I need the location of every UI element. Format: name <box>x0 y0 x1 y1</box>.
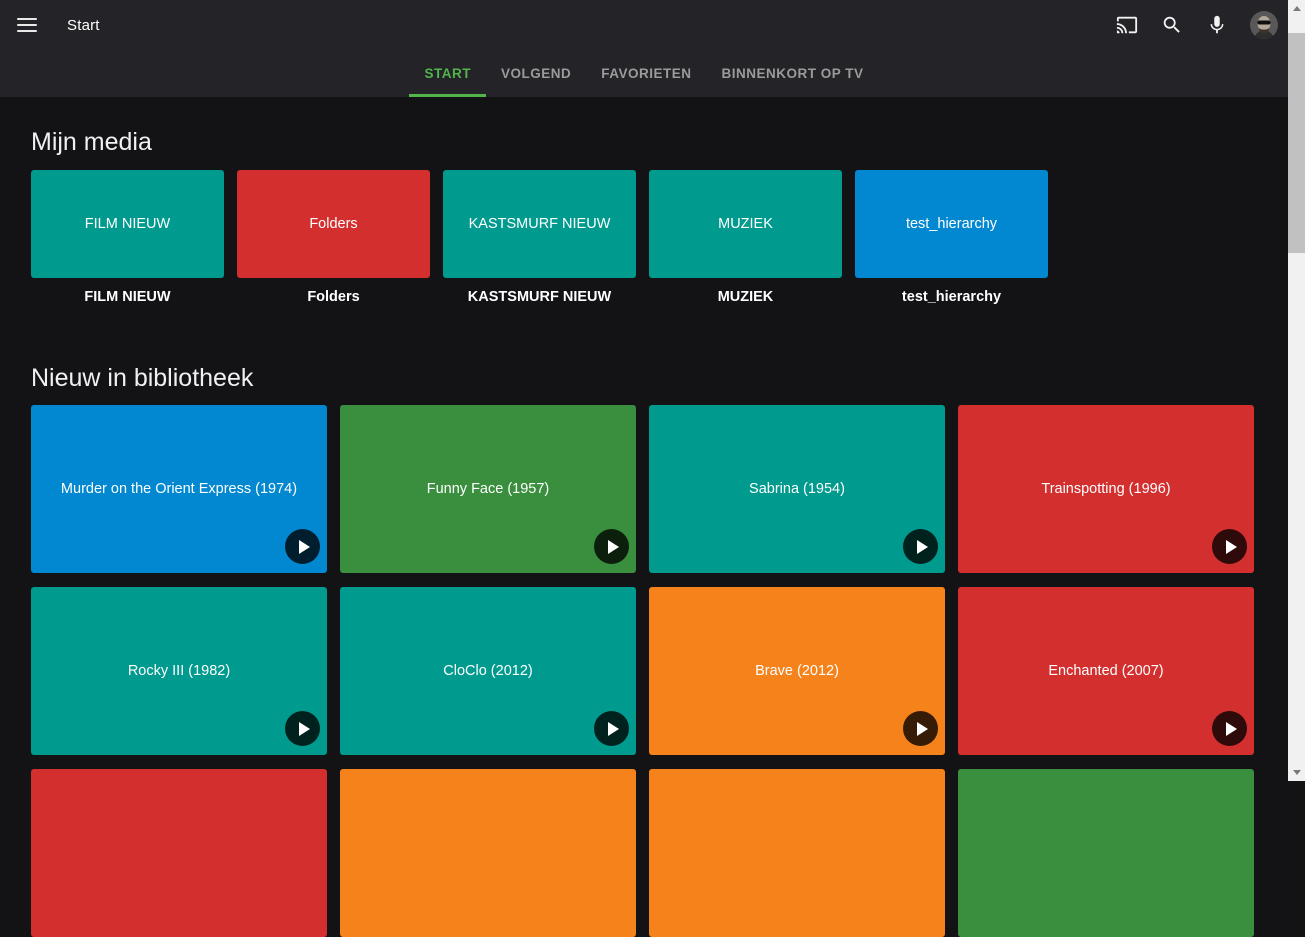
media-card-title: KASTSMURF NIEUW <box>468 216 611 232</box>
hamburger-icon <box>17 17 37 21</box>
media-item: KASTSMURF NIEUW KASTSMURF NIEUW <box>443 170 636 305</box>
menu-button[interactable] <box>13 14 41 37</box>
voice-search-button[interactable] <box>1205 13 1229 37</box>
movie-card[interactable]: Brave (2012) <box>649 587 945 755</box>
movie-card[interactable]: Trainspotting (1996) <box>958 405 1254 573</box>
media-card-muziek[interactable]: MUZIEK <box>649 170 842 278</box>
tab-bar: START VOLGEND FAVORIETEN BINNENKORT OP T… <box>0 50 1288 97</box>
scrollbar-thumb[interactable] <box>1288 33 1305 253</box>
header-actions <box>1115 11 1278 39</box>
media-card-label[interactable]: test_hierarchy <box>855 289 1048 305</box>
media-card-label[interactable]: Folders <box>237 289 430 305</box>
scroll-up-button[interactable] <box>1288 0 1305 17</box>
media-item: test_hierarchy test_hierarchy <box>855 170 1048 305</box>
cast-icon <box>1116 16 1138 34</box>
movie-title: CloClo (2012) <box>443 663 533 679</box>
cast-button[interactable] <box>1115 13 1139 37</box>
section-latest-library: Nieuw in bibliotheek Murder on the Orien… <box>31 305 1288 937</box>
media-card-folders[interactable]: Folders <box>237 170 430 278</box>
movie-title: Enchanted (2007) <box>1048 663 1164 679</box>
play-button[interactable] <box>1212 711 1247 746</box>
media-card-title: Folders <box>309 216 358 232</box>
app-root: Start START VOLGEND FAVORIETEN BINNENKOR… <box>0 0 1305 937</box>
play-icon <box>608 539 619 554</box>
tab-binnenkort-op-tv[interactable]: BINNENKORT OP TV <box>707 50 879 97</box>
media-item: MUZIEK MUZIEK <box>649 170 842 305</box>
user-avatar[interactable] <box>1250 11 1278 39</box>
play-icon <box>299 539 310 554</box>
play-button[interactable] <box>903 711 938 746</box>
movie-card[interactable]: CloClo (2012) <box>340 587 636 755</box>
play-button[interactable] <box>285 711 320 746</box>
arrow-up-icon <box>1292 6 1301 11</box>
search-button[interactable] <box>1160 13 1184 37</box>
media-card-title: test_hierarchy <box>905 216 998 232</box>
movie-card-partial[interactable] <box>958 769 1254 937</box>
tab-start[interactable]: START <box>409 50 486 97</box>
play-icon <box>608 721 619 736</box>
movie-title: Trainspotting (1996) <box>1041 481 1171 497</box>
movie-card-partial[interactable] <box>340 769 636 937</box>
media-card-test-hierarchy[interactable]: test_hierarchy <box>855 170 1048 278</box>
scroll-down-button[interactable] <box>1288 764 1305 781</box>
media-card-film-nieuw[interactable]: FILM NIEUW <box>31 170 224 278</box>
play-button[interactable] <box>903 529 938 564</box>
media-item: FILM NIEUW FILM NIEUW <box>31 170 224 305</box>
media-item: Folders Folders <box>237 170 430 305</box>
media-card-label[interactable]: KASTSMURF NIEUW <box>443 289 636 305</box>
section-title-my-media: Mijn media <box>31 128 152 156</box>
search-icon <box>1163 16 1180 33</box>
play-button[interactable] <box>594 529 629 564</box>
movie-card-partial[interactable] <box>31 769 327 937</box>
avatar-image <box>1250 11 1278 39</box>
movie-card[interactable]: Sabrina (1954) <box>649 405 945 573</box>
play-icon <box>917 539 928 554</box>
movie-title: Murder on the Orient Express (1974) <box>60 481 298 497</box>
section-title-latest: Nieuw in bibliotheek <box>31 364 254 392</box>
movie-title: Brave (2012) <box>755 663 839 679</box>
section-my-media: Mijn media FILM NIEUW FILM NIEUW Folders… <box>31 97 1288 305</box>
play-button[interactable] <box>594 711 629 746</box>
main-content: Mijn media FILM NIEUW FILM NIEUW Folders… <box>0 97 1288 937</box>
movie-card[interactable]: Murder on the Orient Express (1974) <box>31 405 327 573</box>
media-card-kastsmurf-nieuw[interactable]: KASTSMURF NIEUW <box>443 170 636 278</box>
microphone-icon <box>1210 15 1224 34</box>
movie-title: Funny Face (1957) <box>426 481 550 497</box>
play-icon <box>1226 539 1237 554</box>
play-icon <box>917 721 928 736</box>
movie-card[interactable]: Enchanted (2007) <box>958 587 1254 755</box>
movie-card[interactable]: Rocky III (1982) <box>31 587 327 755</box>
media-card-label[interactable]: MUZIEK <box>649 289 842 305</box>
play-icon <box>299 721 310 736</box>
movie-title: Sabrina (1954) <box>749 481 845 497</box>
media-card-label[interactable]: FILM NIEUW <box>31 289 224 305</box>
tab-favorieten[interactable]: FAVORIETEN <box>586 50 706 97</box>
play-button[interactable] <box>1212 529 1247 564</box>
top-bar: Start <box>0 0 1288 50</box>
my-media-row: FILM NIEUW FILM NIEUW Folders Folders KA… <box>31 170 1288 305</box>
arrow-down-icon <box>1292 770 1301 775</box>
media-card-title: FILM NIEUW <box>84 216 171 232</box>
page-title: Start <box>67 16 100 34</box>
play-icon <box>1226 721 1237 736</box>
tab-volgend[interactable]: VOLGEND <box>486 50 586 97</box>
latest-grid: Murder on the Orient Express (1974) Funn… <box>31 405 1271 937</box>
movie-title: Rocky III (1982) <box>127 663 231 679</box>
play-button[interactable] <box>285 529 320 564</box>
movie-card-partial[interactable] <box>649 769 945 937</box>
app-header: Start START VOLGEND FAVORIETEN BINNENKOR… <box>0 0 1288 97</box>
media-card-title: MUZIEK <box>718 216 773 232</box>
movie-card[interactable]: Funny Face (1957) <box>340 405 636 573</box>
scrollbar[interactable] <box>1288 0 1305 781</box>
